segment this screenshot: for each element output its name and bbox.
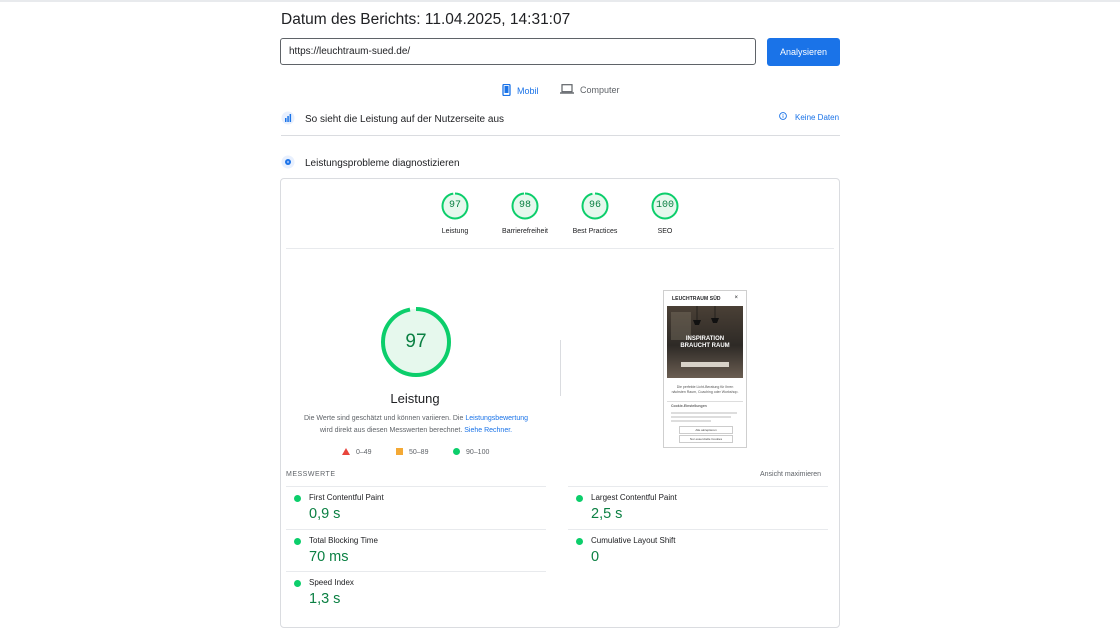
desc-text: wird direkt aus diesen Messwerten berech… [319,427,465,434]
gauge-score: 98 [518,200,531,211]
legend-average: 50–89 [396,448,428,457]
metric-value: 0 [591,549,600,565]
report-date-title: Datum des Berichts: 11.04.2025, 14:31:07 [281,11,571,28]
gauge-ring: 97 [441,192,469,220]
screenshot-hero-image: INSPIRATION BRAUCHT RAUM [667,306,743,378]
score-link[interactable]: Leistungsbewertung [465,415,528,422]
url-input[interactable] [280,38,756,65]
category-gauge-performance[interactable]: 97 Leistung [425,192,485,235]
users-icon [281,111,295,128]
calculator-link[interactable]: Siehe Rechner. [464,427,512,434]
hero-line: INSPIRATION [685,336,725,342]
metric-value: 1,3 s [309,591,341,607]
metric-name: Largest Contentful Paint [591,493,677,502]
performance-title: Leistung [390,391,440,406]
metric-value: 70 ms [309,549,349,565]
gauge-ring: 96 [581,192,609,220]
hero-line: BRAUCHT RAUM [680,343,730,349]
metric-name: Total Blocking Time [309,536,378,545]
metric-value: 2,5 s [591,506,623,522]
gauge-score: 100 [655,200,674,211]
no-data-label: Keine Daten [795,112,840,122]
cookie-accept-button: Alle akzeptieren [679,426,733,434]
field-data-section-header: So sieht die Leistung auf der Nutzerseit… [281,111,504,128]
phone-icon [502,83,511,98]
tab-computer-label: Computer [580,85,620,95]
gauge-label: Best Practices [572,228,618,235]
gauge-ring: 100 [651,192,679,220]
performance-score: 97 [405,331,427,352]
info-icon [779,112,787,122]
diagnose-section-header: Leistungsprobleme diagnostizieren [281,155,460,172]
metric-name: First Contentful Paint [309,493,384,502]
pass-dot-icon [576,538,583,545]
gauge-ring: 98 [511,192,539,220]
gauge-score: 97 [448,200,461,211]
screenshot-cookie-banner: Cookie-Einstellungen Alle akzeptieren Nu… [667,401,743,446]
metrics-heading: MESSWERTE [286,471,336,478]
category-gauge-accessibility[interactable]: 98 Barrierefreiheit [495,192,555,235]
text-line [671,416,731,418]
tab-computer[interactable]: Computer [560,84,620,96]
performance-description: Die Werte sind geschätzt und können vari… [296,413,536,437]
laptop-icon [560,84,574,96]
screenshot-teaser: Die perfekte Licht-Beratung für Ihren nä… [671,385,739,394]
metric-divider [568,486,828,487]
top-border [0,0,1120,2]
lab-icon [281,155,295,172]
tab-mobile-label: Mobil [517,86,539,96]
pass-dot-icon [576,495,583,502]
category-gauge-seo[interactable]: 100 SEO [635,192,695,235]
desc-text: Die Werte sind geschätzt und können vari… [303,415,466,422]
field-data-title: So sieht die Leistung auf der Nutzerseit… [305,114,505,125]
cookie-essential-button: Nur essenzielle Cookies [679,435,733,443]
metric-divider [568,529,828,530]
cookie-title: Cookie-Einstellungen [671,404,707,408]
section-divider [281,135,840,136]
category-gauge-best-practices[interactable]: 96 Best Practices [565,192,625,235]
gauge-label: Leistung [441,228,469,235]
pass-dot-icon [294,538,301,545]
metric-name: Cumulative Layout Shift [591,536,676,545]
vertical-divider [560,340,561,396]
triangle-icon [342,448,350,457]
gauges-divider [286,248,834,249]
metric-value: 0,9 s [309,506,341,522]
diagnose-title: Leistungsprobleme diagnostizieren [305,158,460,169]
metric-name: Speed Index [309,578,354,587]
circle-icon [453,448,460,457]
legend-label: 0–49 [356,449,372,456]
expand-view-toggle[interactable]: Ansicht maximieren [760,471,821,478]
performance-gauge: 97 [380,306,452,378]
text-line [671,412,737,414]
text-line [671,420,711,422]
screenshot-brand: LEUCHTRAUM SÜD [672,296,721,302]
square-icon [396,448,403,457]
close-icon: × [734,295,738,301]
gauge-score: 96 [588,200,601,211]
analyze-button[interactable]: Analysieren [767,38,840,66]
gauge-label: SEO [657,228,673,235]
metric-divider [286,571,546,572]
legend-fail: 0–49 [342,448,372,457]
metric-divider [286,486,546,487]
legend-label: 50–89 [409,449,429,456]
legend-pass: 90–100 [453,448,489,457]
no-data-link[interactable]: Keine Daten [779,112,839,122]
pass-dot-icon [294,495,301,502]
screenshot-hero-text: INSPIRATION BRAUCHT RAUM [667,336,743,350]
pass-dot-icon [294,580,301,587]
gauge-label: Barrierefreiheit [502,228,548,235]
page-screenshot: LEUCHTRAUM SÜD × INSPIRATION BRAUCHT RAU… [663,290,747,448]
tab-mobile[interactable]: Mobil [502,83,539,98]
metric-divider [286,529,546,530]
legend-label: 90–100 [466,449,490,456]
